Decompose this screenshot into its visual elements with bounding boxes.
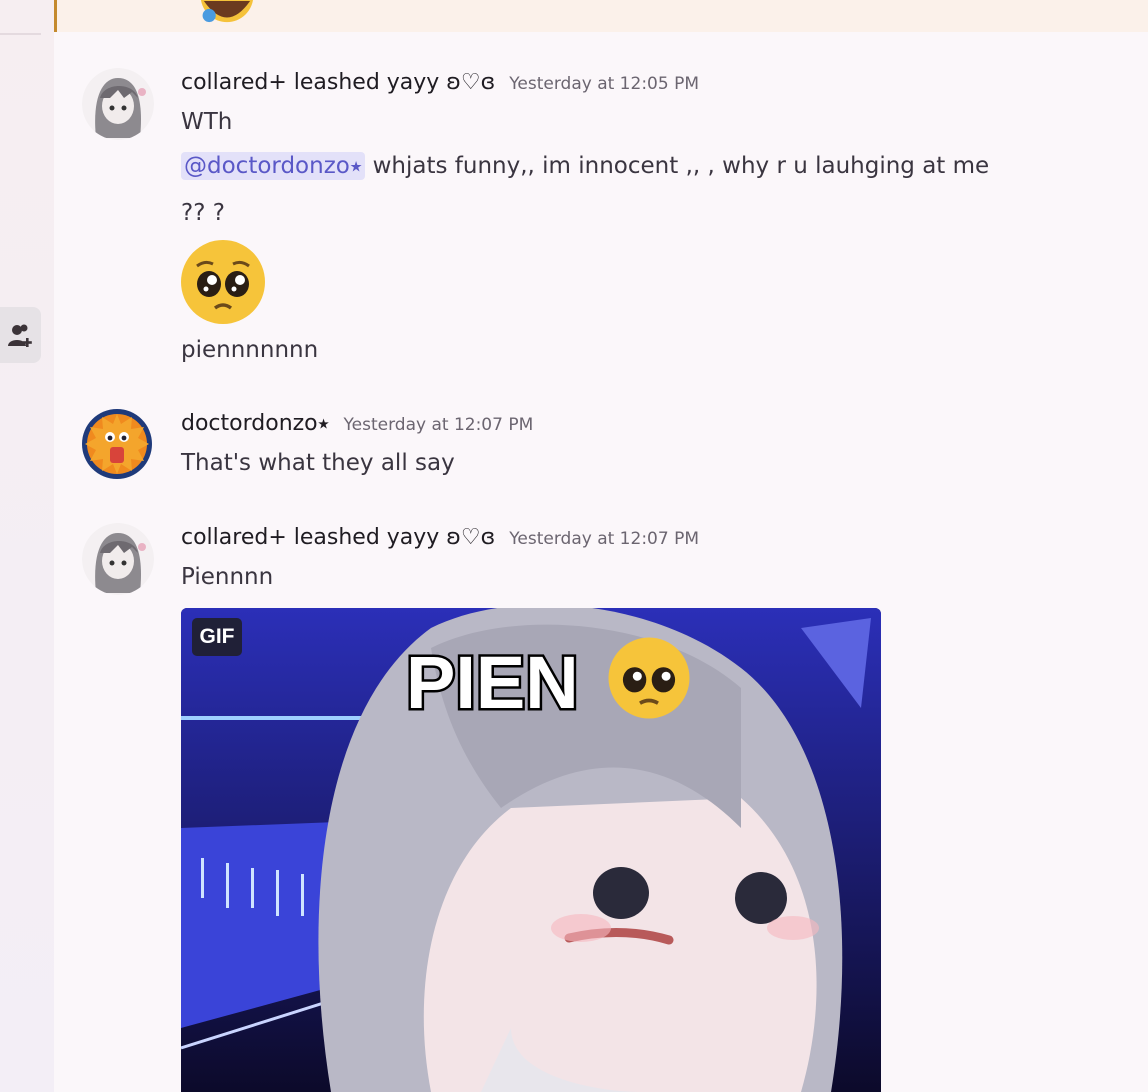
message-text: whjats funny,, im innocent ,, , why r u … — [365, 153, 990, 179]
avatar[interactable] — [82, 68, 154, 140]
rail-divider — [0, 33, 41, 35]
gif-image: PIEN — [181, 608, 881, 1092]
chat-messages: collared+ leashed yayy ʚ♡ɞ Yesterday at … — [54, 0, 1148, 1092]
timestamp[interactable]: Yesterday at 12:05 PM — [509, 74, 699, 94]
message-text: piennnnnnn — [181, 337, 319, 363]
message-text: WTh — [181, 109, 233, 135]
message-text: ?? ? — [181, 200, 225, 226]
add-friend-button[interactable] — [0, 307, 41, 363]
crying-laughing-emoji — [183, 0, 267, 30]
avatar[interactable] — [82, 523, 154, 595]
gif-badge: GIF — [192, 618, 242, 656]
timestamp[interactable]: Yesterday at 12:07 PM — [509, 529, 699, 549]
left-rail — [0, 0, 54, 1092]
gif-caption: PIEN — [406, 641, 579, 724]
add-friend-icon — [7, 324, 32, 347]
timestamp[interactable]: Yesterday at 12:07 PM — [344, 415, 534, 435]
avatar[interactable] — [82, 409, 152, 479]
gif-attachment[interactable]: PIEN GIF — [181, 608, 881, 1092]
message-text: Piennnn — [181, 564, 274, 590]
message-text-with-mention: @doctordonzo⭑ whjats funny,, im innocent… — [181, 152, 990, 180]
user-mention[interactable]: @doctordonzo⭑ — [181, 152, 366, 180]
message-text: That's what they all say — [181, 450, 455, 476]
previous-message-highlight — [54, 0, 1148, 32]
username[interactable]: doctordonzo⭑ — [181, 411, 330, 436]
username[interactable]: collared+ leashed yayy ʚ♡ɞ — [181, 525, 495, 550]
username[interactable]: collared+ leashed yayy ʚ♡ɞ — [181, 70, 495, 95]
pleading-face-emoji[interactable] — [181, 240, 265, 324]
